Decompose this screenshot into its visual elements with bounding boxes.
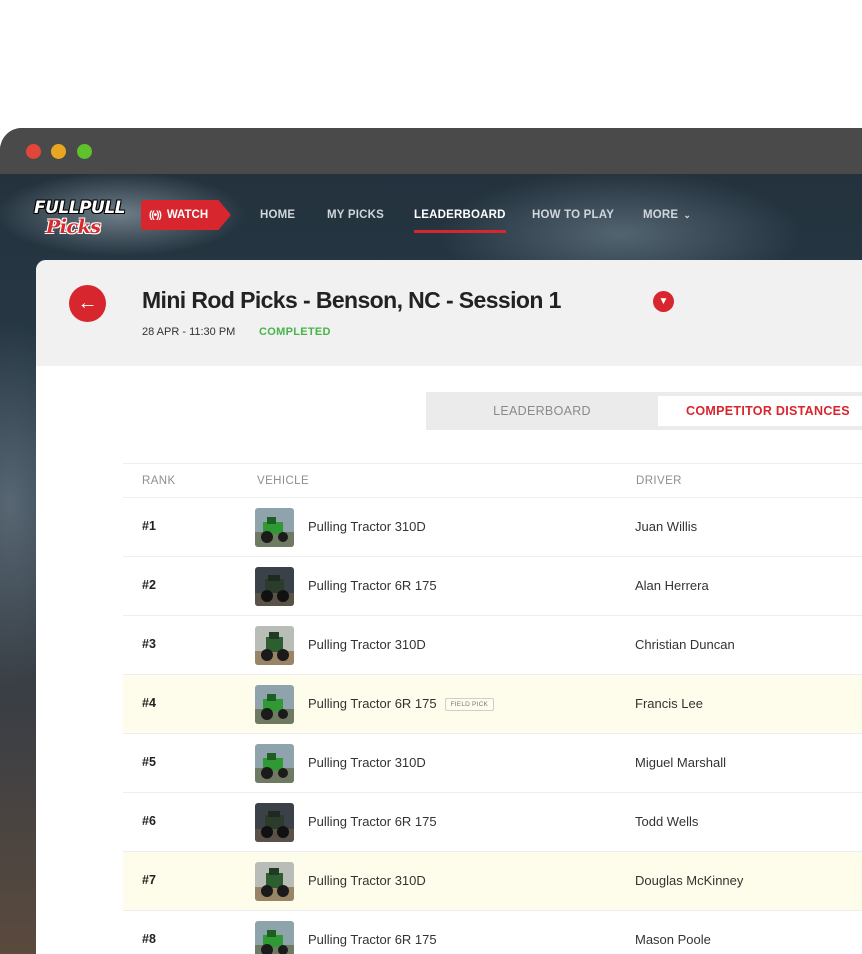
rank-cell: #1 [142,519,156,533]
driver-cell: Todd Wells [635,814,699,829]
rank-cell: #4 [142,696,156,710]
column-rank: RANK [142,475,176,487]
tab-leaderboard[interactable]: LEADERBOARD [426,396,658,426]
vehicle-name: Pulling Tractor 6R 175 [308,932,437,947]
nav-leaderboard[interactable]: LEADERBOARD [414,209,506,233]
broadcast-icon: ((•)) [149,209,162,221]
column-vehicle: VEHICLE [257,475,310,487]
vehicle-cell: Pulling Tractor 310D [308,637,426,652]
window-titlebar [0,128,862,174]
rank-cell: #6 [142,814,156,828]
column-driver: DRIVER [636,475,682,487]
rank-cell: #5 [142,755,156,769]
driver-cell: Douglas McKinney [635,873,744,888]
vehicle-thumbnail [255,567,294,606]
table-row[interactable]: #3 Pulling Tractor 310D Christian Duncan [123,616,862,675]
vehicle-cell: Pulling Tractor 310D [308,873,426,888]
maximize-window-button[interactable] [77,144,92,159]
vehicle-thumbnail [255,803,294,842]
table-row[interactable]: #4 Pulling Tractor 6R 175 FIELD PICK Franci… [123,675,862,734]
nav-how-to-play[interactable]: HOW TO PLAY [532,209,614,221]
vehicle-name: Pulling Tractor 310D [308,755,426,770]
logo-line1: FULLPULL [34,198,126,218]
card-header: ← Mini Rod Picks - Benson, NC - Session … [36,260,862,366]
page-title: Mini Rod Picks - Benson, NC - Session 1 [142,287,561,313]
driver-cell: Alan Herrera [635,578,709,593]
watch-button[interactable]: ((•)) WATCH [141,200,231,230]
vehicle-thumbnail [255,744,294,783]
tab-competitor-distances[interactable]: COMPETITOR DISTANCES [658,396,862,426]
table-body: #1 Pulling Tractor 310D Juan Willis #2 Pulli… [123,498,862,954]
arrow-left-icon: ← [77,292,98,314]
vehicle-name: Pulling Tractor 310D [308,637,426,652]
logo-line2: Picks [46,216,101,238]
back-button[interactable]: ← [69,285,106,322]
vehicle-cell: Pulling Tractor 310D [308,519,426,534]
vehicle-name: Pulling Tractor 310D [308,873,426,888]
logo[interactable]: FULLPULL Picks [34,190,126,242]
session-dropdown-button[interactable]: ▼ [653,291,674,312]
top-nav: FULLPULL Picks ((•)) WATCH HOME MY PICKS… [0,174,862,260]
status-badge: COMPLETED [259,326,331,338]
table-row[interactable]: #8 Pulling Tractor 6R 175 Mason Poole [123,911,862,954]
vehicle-name: Pulling Tractor 6R 175 [308,696,437,711]
rank-cell: #3 [142,637,156,651]
browser-window: FULLPULL Picks ((•)) WATCH HOME MY PICKS… [0,128,862,954]
table-row[interactable]: #2 Pulling Tractor 6R 175 Alan Herrera [123,557,862,616]
vehicle-thumbnail [255,626,294,665]
driver-cell: Mason Poole [635,932,711,947]
close-window-button[interactable] [26,144,41,159]
session-date: 28 APR - 11:30 PM [142,326,236,338]
vehicle-name: Pulling Tractor 6R 175 [308,578,437,593]
rank-cell: #8 [142,932,156,946]
rank-cell: #7 [142,873,156,887]
vehicle-name: Pulling Tractor 310D [308,519,426,534]
chevron-down-icon: ⌄ [683,209,692,220]
nav-more[interactable]: MORE ⌄ [643,209,691,221]
minimize-window-button[interactable] [51,144,66,159]
vehicle-cell: Pulling Tractor 6R 175 [308,932,437,947]
rank-cell: #2 [142,578,156,592]
driver-cell: Christian Duncan [635,637,735,652]
vehicle-thumbnail [255,921,294,954]
nav-more-label: MORE [643,209,679,221]
nav-home[interactable]: HOME [260,209,295,221]
driver-cell: Francis Lee [635,696,703,711]
driver-cell: Juan Willis [635,519,698,534]
chevron-down-icon: ▼ [658,296,669,307]
vehicle-thumbnail [255,685,294,724]
vehicle-thumbnail [255,862,294,901]
table-row[interactable]: #7 Pulling Tractor 310D Douglas McKinney [123,852,862,911]
results-table: RANK VEHICLE DRIVER #1 Pulling Tractor 31… [123,463,862,954]
leaderboard-card: ← Mini Rod Picks - Benson, NC - Session … [36,260,862,954]
table-row[interactable]: #5 Pulling Tractor 310D Miguel Marshall [123,734,862,793]
vehicle-cell: Pulling Tractor 6R 175 [308,578,437,593]
driver-cell: Miguel Marshall [635,755,727,770]
table-row[interactable]: #6 Pulling Tractor 6R 175 Todd Wells [123,793,862,852]
vehicle-thumbnail [255,508,294,547]
table-header: RANK VEHICLE DRIVER [123,463,862,498]
vehicle-cell: Pulling Tractor 6R 175 FIELD PICK [308,696,495,712]
table-row[interactable]: #1 Pulling Tractor 310D Juan Willis [123,498,862,557]
watch-label: WATCH [166,209,209,221]
view-tabs: LEADERBOARD COMPETITOR DISTANCES [426,392,862,430]
vehicle-cell: Pulling Tractor 310D [308,755,426,770]
vehicle-cell: Pulling Tractor 6R 175 [308,814,437,829]
nav-my-picks[interactable]: MY PICKS [327,209,384,221]
field-pick-badge: FIELD PICK [444,698,495,712]
vehicle-name: Pulling Tractor 6R 175 [308,814,437,829]
